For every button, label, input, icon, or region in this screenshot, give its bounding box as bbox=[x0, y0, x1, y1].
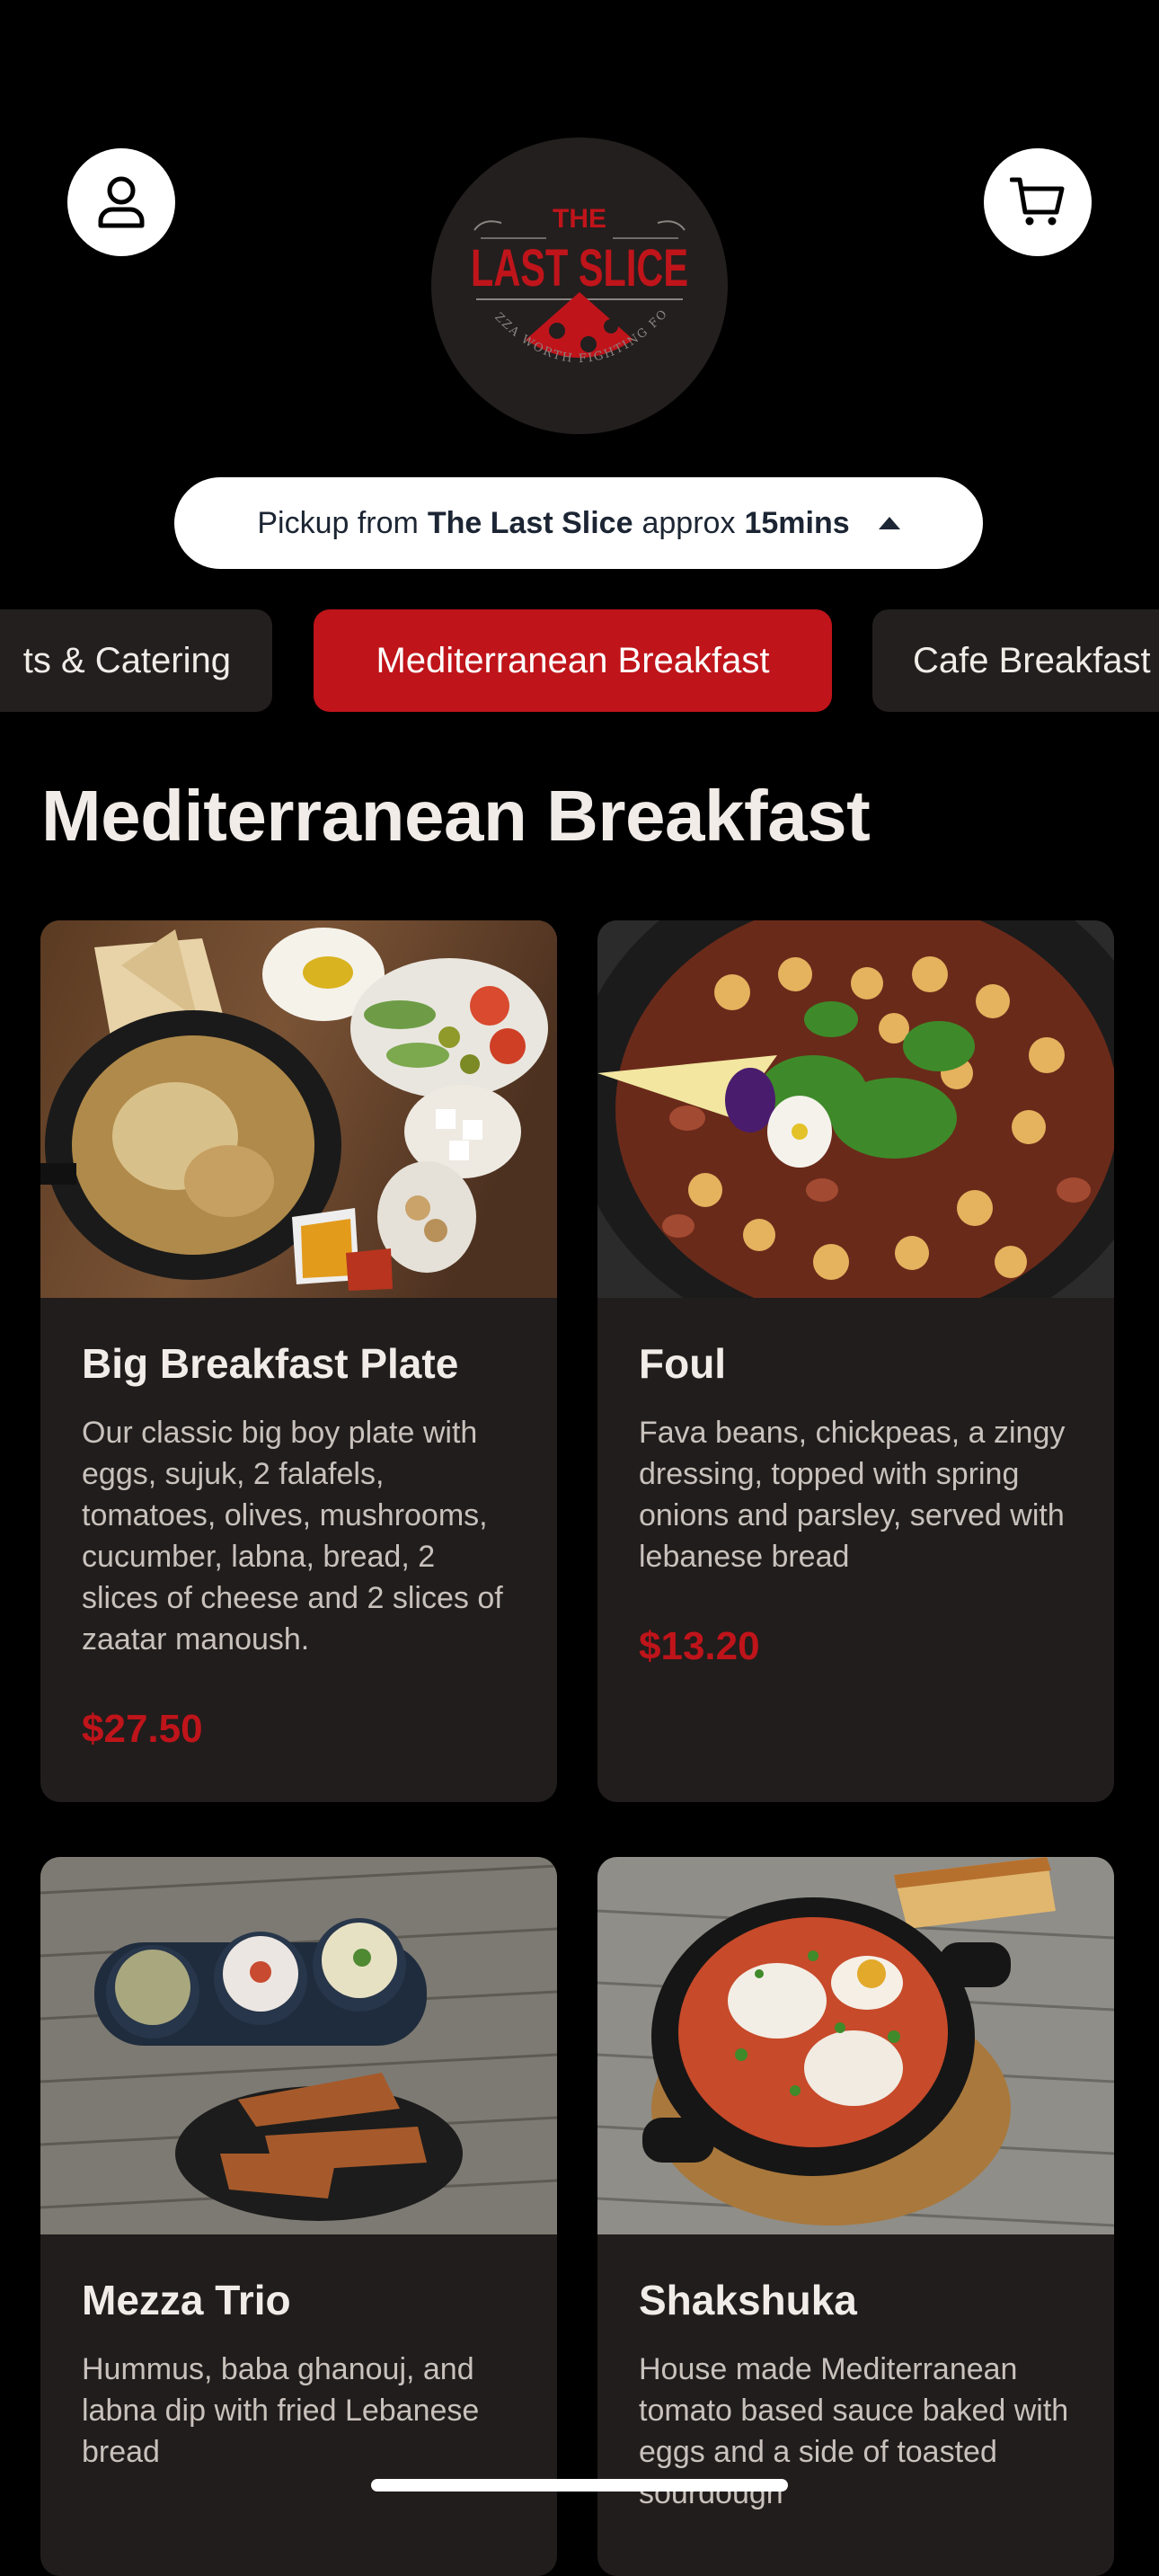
user-icon bbox=[98, 176, 145, 228]
menu-item-name: Big Breakfast Plate bbox=[82, 1340, 459, 1387]
restaurant-logo: THE LAST SLICE PIZZA WORTH FIGHTING FOR bbox=[431, 138, 728, 434]
pickup-store-name: The Last Slice bbox=[427, 505, 633, 540]
shopping-cart-icon bbox=[1010, 177, 1065, 226]
menu-item-description: Our classic big boy plate with eggs, suj… bbox=[82, 1415, 503, 1657]
tab-events-catering[interactable]: ts & Catering bbox=[0, 609, 272, 712]
category-tabs[interactable]: ts & Catering Mediterranean Breakfast Ca… bbox=[0, 609, 1159, 712]
pickup-approx: approx bbox=[641, 505, 736, 540]
tab-cafe-breakfast[interactable]: Cafe Breakfast bbox=[872, 609, 1159, 712]
account-button[interactable] bbox=[67, 148, 175, 256]
menu-item-name: Shakshuka bbox=[639, 2277, 857, 2323]
menu-item-price: $27.50 bbox=[82, 1706, 203, 1751]
menu-item-card[interactable]: Foul Fava beans, chickpeas, a zingy dres… bbox=[597, 920, 1114, 1802]
menu-item-description: Hummus, baba ghanouj, and labna dip with… bbox=[82, 2351, 480, 2469]
menu-item-description: Fava beans, chickpeas, a zingy dressing,… bbox=[639, 1415, 1066, 1574]
menu-item-photo bbox=[597, 1857, 1114, 2234]
pickup-prefix: Pickup from bbox=[257, 505, 419, 540]
menu-item-name: Mezza Trio bbox=[82, 2277, 291, 2323]
menu-item-photo bbox=[40, 920, 557, 1298]
menu-item-name: Foul bbox=[639, 1340, 727, 1387]
logo-text-main: LAST SLICE bbox=[471, 239, 688, 298]
pickup-time: 15mins bbox=[744, 505, 850, 540]
menu-item-price: $13.20 bbox=[639, 1623, 760, 1668]
menu-item-card[interactable]: Mezza Trio Hummus, baba ghanouj, and lab… bbox=[40, 1857, 557, 2576]
logo-text-top: THE bbox=[553, 204, 606, 234]
cart-button[interactable] bbox=[984, 148, 1092, 256]
menu-item-card[interactable]: Shakshuka House made Mediterranean tomat… bbox=[597, 1857, 1114, 2576]
tab-label: Mediterranean Breakfast bbox=[376, 640, 770, 680]
tab-label: Cafe Breakfast bbox=[913, 640, 1151, 680]
tab-label: ts & Catering bbox=[22, 640, 231, 680]
section-title: Mediterranean Breakfast bbox=[41, 776, 871, 856]
tab-mediterranean-breakfast[interactable]: Mediterranean Breakfast bbox=[314, 609, 832, 712]
menu-item-photo bbox=[597, 920, 1114, 1298]
menu-item-card[interactable]: Big Breakfast Plate Our classic big boy … bbox=[40, 920, 557, 1802]
menu-item-photo bbox=[40, 1857, 557, 2234]
caret-up-icon bbox=[878, 517, 900, 529]
home-indicator[interactable] bbox=[371, 2479, 788, 2492]
pickup-selector[interactable]: Pickup from The Last Slice approx 15mins bbox=[174, 477, 983, 569]
